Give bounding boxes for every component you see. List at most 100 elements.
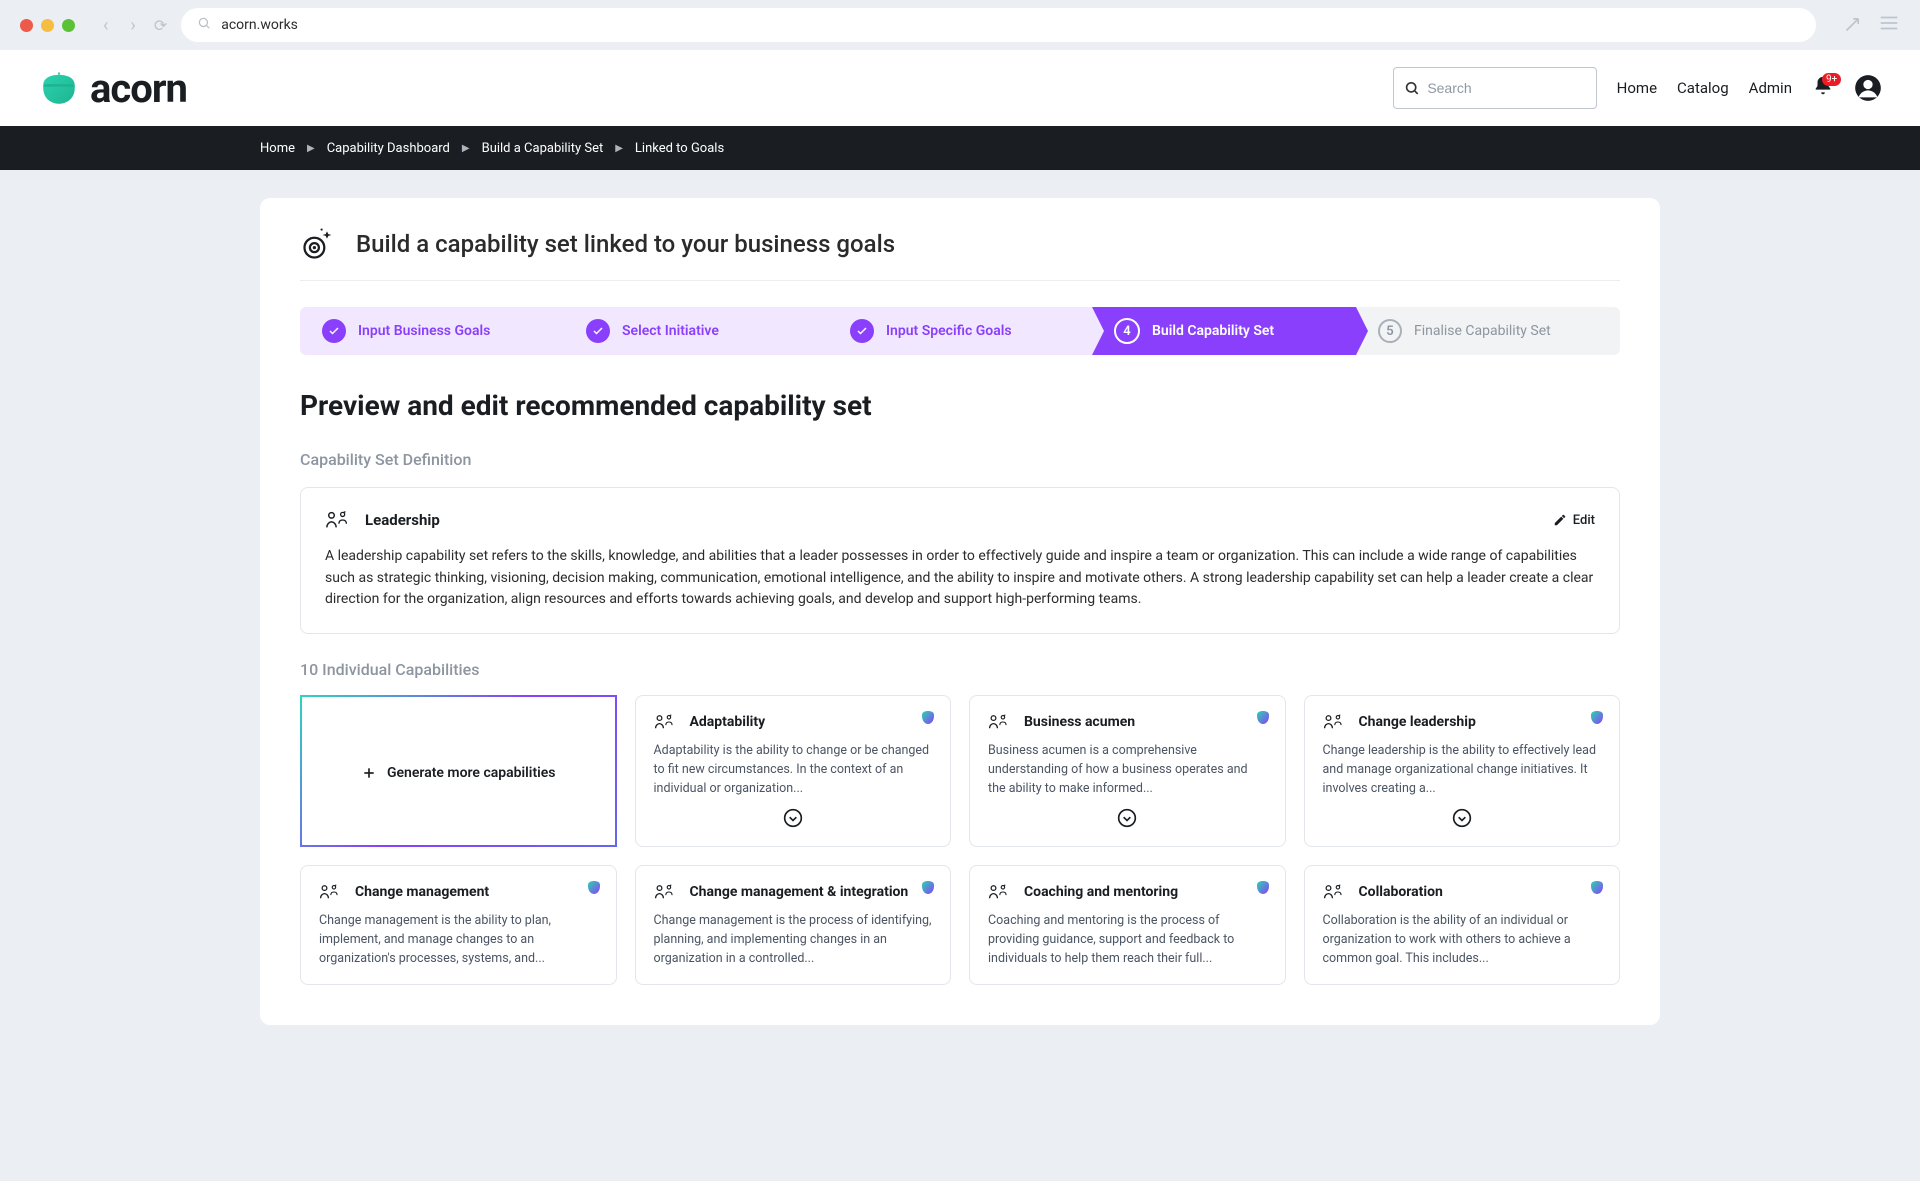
acorn-badge-icon	[1255, 710, 1271, 726]
global-search[interactable]	[1393, 67, 1597, 109]
expand-icon[interactable]	[1844, 13, 1864, 38]
plus-icon	[361, 765, 377, 781]
search-icon	[197, 16, 211, 34]
people-icon	[654, 884, 676, 900]
capability-description: Change management is the ability to plan…	[319, 912, 598, 968]
generate-capabilities-button[interactable]: Generate more capabilities	[300, 695, 617, 847]
step-number: 4	[1114, 318, 1140, 344]
maximize-window-button[interactable]	[62, 19, 75, 32]
url-text: acorn.works	[221, 17, 298, 33]
forward-icon[interactable]: ›	[126, 15, 139, 36]
capability-description: Adaptability is the ability to change or…	[654, 742, 933, 798]
expand-card-button[interactable]	[988, 808, 1267, 832]
step-number: 5	[1378, 319, 1402, 343]
primary-nav: Home Catalog Admin	[1617, 79, 1792, 97]
breadcrumb-item[interactable]: Home	[260, 141, 295, 156]
logo[interactable]: acorn	[38, 65, 187, 112]
capability-title: Change management & integration	[690, 884, 909, 900]
expand-card-button[interactable]	[654, 808, 933, 832]
back-icon[interactable]: ‹	[99, 15, 112, 36]
menu-icon[interactable]	[1878, 12, 1900, 39]
chevron-right-icon: ▶	[462, 143, 470, 154]
capability-card[interactable]: Adaptability Adaptability is the ability …	[635, 695, 952, 847]
pencil-icon	[1553, 513, 1567, 527]
expand-card-button[interactable]	[1323, 808, 1602, 832]
check-icon	[322, 319, 346, 343]
edit-button[interactable]: Edit	[1553, 513, 1595, 528]
generate-label: Generate more capabilities	[387, 765, 556, 781]
step-label: Input Specific Goals	[886, 323, 1012, 339]
capability-grid: Generate more capabilitiesAdaptabilityAd…	[300, 695, 1620, 985]
acorn-badge-icon	[586, 880, 602, 896]
step-2[interactable]: Select Initiative	[564, 307, 828, 355]
chevron-right-icon: ▶	[615, 143, 623, 154]
capability-count-label: 10 Individual Capabilities	[300, 660, 1620, 679]
chevron-down-circle-icon	[783, 808, 803, 828]
step-label: Finalise Capability Set	[1414, 323, 1551, 339]
people-icon	[325, 510, 351, 530]
step-4[interactable]: 4Build Capability Set	[1092, 307, 1356, 355]
nav-home[interactable]: Home	[1617, 79, 1657, 97]
people-icon	[319, 884, 341, 900]
capability-title: Change leadership	[1359, 714, 1476, 730]
acorn-badge-icon	[1255, 880, 1271, 896]
notification-badge: 9+	[1822, 73, 1841, 86]
people-icon	[988, 714, 1010, 730]
people-icon	[988, 884, 1010, 900]
chevron-down-circle-icon	[1452, 808, 1472, 828]
user-avatar-icon[interactable]	[1854, 74, 1882, 102]
acorn-logo-icon	[38, 67, 80, 109]
capability-title: Change management	[355, 884, 489, 900]
capability-description: Coaching and mentoring is the process of…	[988, 912, 1267, 968]
target-sparkle-icon	[300, 226, 336, 262]
main-card: Build a capability set linked to your bu…	[260, 198, 1660, 1025]
capability-definition-box: Leadership Edit A leadership capability …	[300, 487, 1620, 634]
search-input[interactable]	[1427, 80, 1585, 96]
page-title: Build a capability set linked to your bu…	[356, 230, 895, 258]
progress-stepper: Input Business Goals Select Initiative Inp…	[300, 307, 1620, 355]
acorn-badge-icon	[920, 880, 936, 896]
capability-card[interactable]: Change management & integration Change ma…	[635, 865, 952, 985]
capability-description: Business acumen is a comprehensive under…	[988, 742, 1267, 798]
people-icon	[1323, 884, 1345, 900]
capability-card[interactable]: Business acumen Business acumen is a comp…	[969, 695, 1286, 847]
minimize-window-button[interactable]	[41, 19, 54, 32]
capability-description: Change management is the process of iden…	[654, 912, 933, 968]
step-1[interactable]: Input Business Goals	[300, 307, 564, 355]
url-bar[interactable]: acorn.works	[181, 8, 1816, 42]
notifications-button[interactable]: 9+	[1812, 75, 1834, 101]
nav-catalog[interactable]: Catalog	[1677, 79, 1729, 97]
browser-chrome: ‹ › ⟳ acorn.works	[0, 0, 1920, 50]
section-title: Preview and edit recommended capability …	[300, 389, 1620, 422]
step-label: Select Initiative	[622, 323, 719, 339]
capability-title: Business acumen	[1024, 714, 1135, 730]
refresh-icon[interactable]: ⟳	[154, 16, 167, 35]
breadcrumb: Home ▶ Capability Dashboard ▶ Build a Ca…	[0, 126, 1920, 170]
chevron-down-circle-icon	[1117, 808, 1137, 828]
breadcrumb-item[interactable]: Capability Dashboard	[327, 141, 450, 156]
capability-card[interactable]: Coaching and mentoring Coaching and mento…	[969, 865, 1286, 985]
window-controls	[20, 19, 75, 32]
breadcrumb-item[interactable]: Build a Capability Set	[482, 141, 604, 156]
capability-card[interactable]: Change leadership Change leadership is th…	[1304, 695, 1621, 847]
capability-card[interactable]: Collaboration Collaboration is the abilit…	[1304, 865, 1621, 985]
chevron-right-icon: ▶	[307, 143, 315, 154]
close-window-button[interactable]	[20, 19, 33, 32]
edit-label: Edit	[1573, 513, 1595, 528]
nav-admin[interactable]: Admin	[1749, 79, 1792, 97]
step-5: 5 Finalise Capability Set	[1356, 307, 1620, 355]
capability-card[interactable]: Change management Change management is th…	[300, 865, 617, 985]
acorn-badge-icon	[920, 710, 936, 726]
capability-description: Collaboration is the ability of an indiv…	[1323, 912, 1602, 968]
search-icon	[1404, 79, 1420, 97]
breadcrumb-item[interactable]: Linked to Goals	[635, 141, 724, 156]
step-3[interactable]: Input Specific Goals	[828, 307, 1092, 355]
capability-title: Coaching and mentoring	[1024, 884, 1178, 900]
capability-title: Adaptability	[690, 714, 766, 730]
definition-body: A leadership capability set refers to th…	[325, 546, 1595, 611]
app-header: acorn Home Catalog Admin 9+	[0, 50, 1920, 126]
people-icon	[654, 714, 676, 730]
capability-description: Change leadership is the ability to effe…	[1323, 742, 1602, 798]
logo-text: acorn	[90, 65, 187, 112]
capability-title: Collaboration	[1359, 884, 1443, 900]
